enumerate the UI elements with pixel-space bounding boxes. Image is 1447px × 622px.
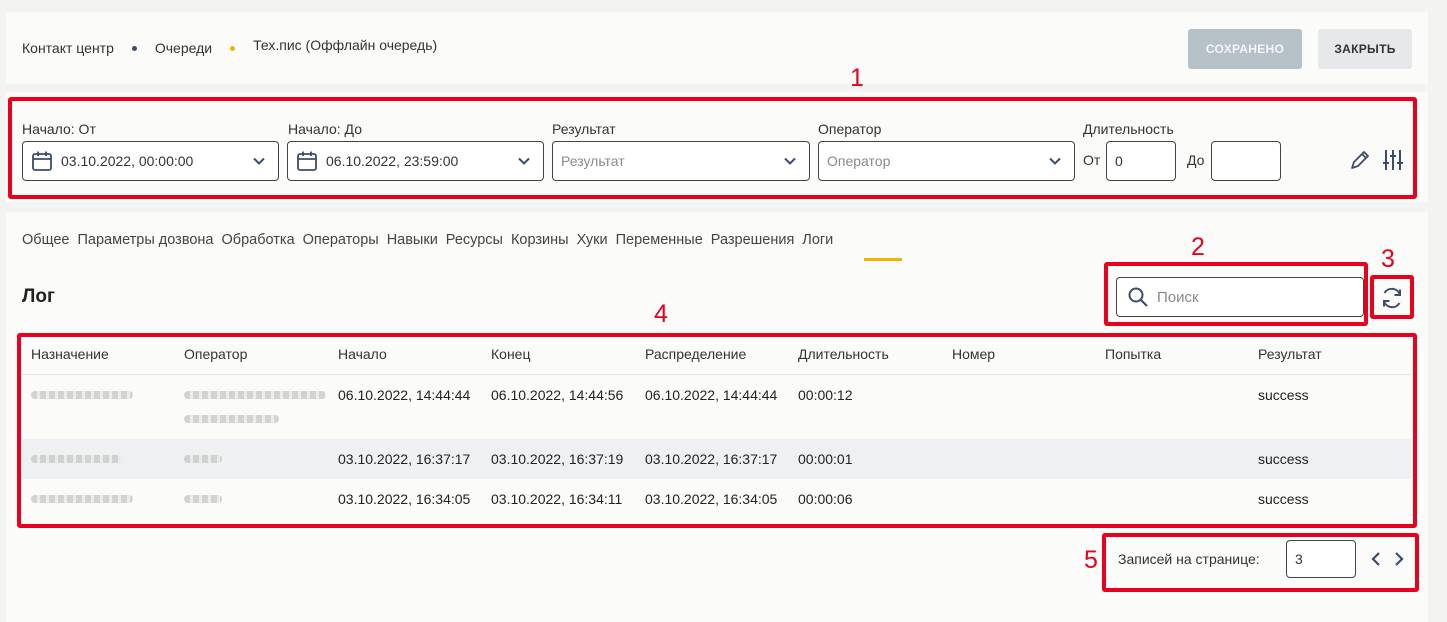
tab-processing[interactable]: Обработка: [222, 232, 295, 248]
annotation-label-1: 1: [850, 64, 864, 92]
tab-variables[interactable]: Переменные: [616, 232, 703, 248]
tab-baskets[interactable]: Корзины: [511, 232, 569, 248]
breadcrumb-item-contact-center[interactable]: Контакт центр: [22, 40, 114, 56]
tab-general[interactable]: Общее: [22, 232, 69, 248]
close-button[interactable]: ЗАКРЫТЬ: [1318, 29, 1412, 69]
log-title: Лог: [22, 286, 55, 307]
active-tab-indicator: [864, 258, 902, 261]
tab-dial-params[interactable]: Параметры дозвона: [77, 232, 213, 248]
breadcrumb: Контакт центр Очереди Тех.пис (Оффлайн о…: [22, 37, 438, 56]
tab-resources[interactable]: Ресурсы: [446, 232, 503, 248]
breadcrumb-item-current: Тех.пис (Оффлайн очередь): [253, 37, 438, 53]
annotation-box-1: [8, 97, 1417, 199]
breadcrumb-separator: [230, 45, 236, 51]
annotation-box-2: [1104, 262, 1368, 326]
tab-skills[interactable]: Навыки: [387, 232, 438, 248]
tab-logs[interactable]: Логи: [802, 232, 833, 248]
tab-bar: Общее Параметры дозвона Обработка Операт…: [22, 232, 841, 248]
breadcrumb-separator: [131, 45, 137, 51]
annotation-box-5: [1102, 533, 1419, 592]
annotation-label-4: 4: [654, 300, 668, 328]
saved-button[interactable]: СОХРАНЕНО: [1188, 29, 1302, 69]
annotation-label-3: 3: [1381, 245, 1395, 273]
annotation-label-2: 2: [1191, 233, 1205, 261]
annotation-box-3: [1370, 275, 1414, 319]
breadcrumb-item-queues[interactable]: Очереди: [155, 40, 212, 56]
tab-permissions[interactable]: Разрешения: [711, 232, 795, 248]
annotation-box-4: [17, 333, 1417, 528]
tab-operators[interactable]: Операторы: [303, 232, 379, 248]
tab-hooks[interactable]: Хуки: [577, 232, 608, 248]
annotation-label-5: 5: [1084, 546, 1098, 574]
